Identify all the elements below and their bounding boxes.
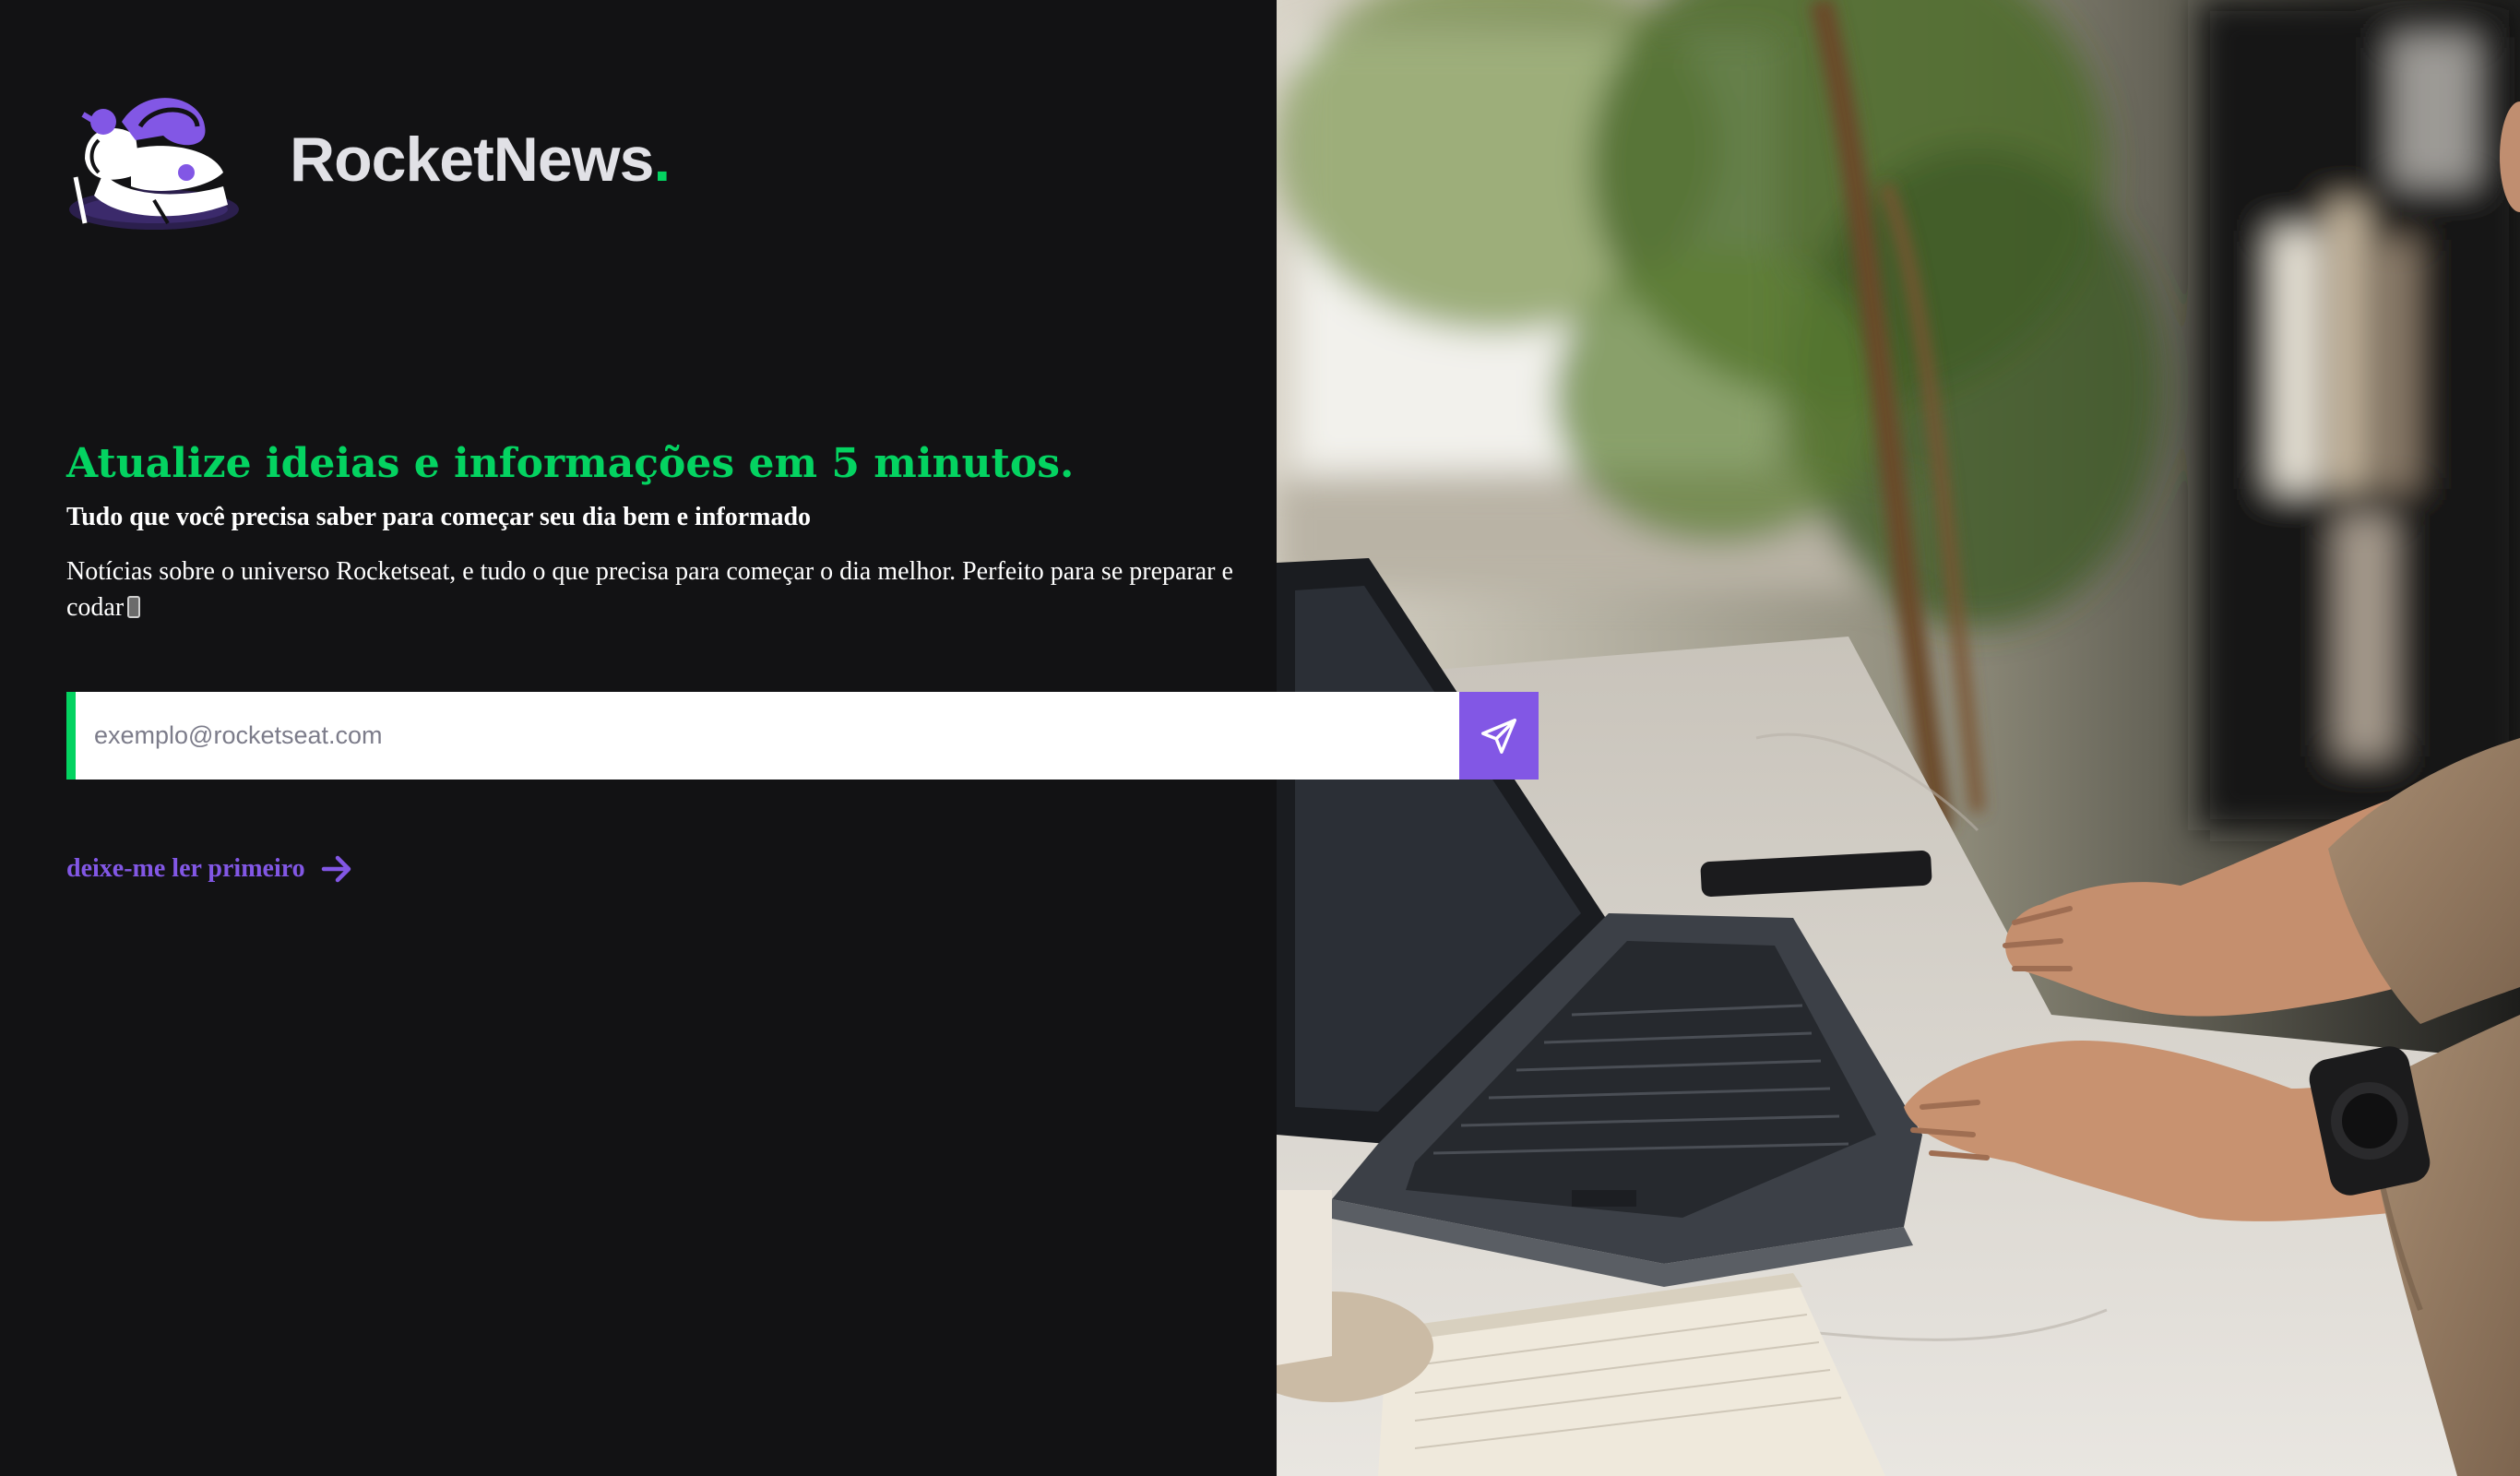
newsletter-form [66, 692, 1539, 780]
arrow-right-icon [321, 855, 351, 883]
brand-text: RocketNews [290, 125, 654, 195]
brand-name: RocketNews. [290, 124, 671, 196]
description-text: Notícias sobre o universo Rocketseat, e … [66, 557, 1233, 622]
read-first-label: deixe-me ler primeiro [66, 854, 305, 883]
mascot-logo [66, 85, 251, 242]
send-button[interactable] [1459, 692, 1539, 780]
subheadline: Tudo que você precisa saber para começar… [66, 503, 812, 532]
email-input[interactable] [76, 692, 1459, 780]
landing-page: RocketNews. Atualize ideias e informaçõe… [0, 0, 2520, 1476]
input-accent-bar [66, 692, 76, 780]
read-first-link[interactable]: deixe-me ler primeiro [66, 851, 355, 887]
astronaut-logo-icon [69, 98, 239, 230]
brand-dot: . [653, 125, 671, 195]
mobile-phone-icon [127, 596, 141, 618]
send-icon [1481, 718, 1516, 754]
description: Notícias sobre o universo Rocketseat, e … [66, 554, 1256, 625]
headline: Atualize ideias e informações em 5 minut… [66, 440, 1075, 488]
